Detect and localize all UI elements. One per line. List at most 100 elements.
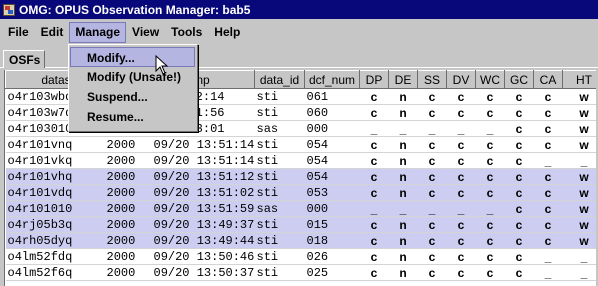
menu-help[interactable]: Help — [208, 22, 246, 43]
cell-timestamp: 09/20 13:51:02 — [151, 184, 255, 201]
cell-status-ht: w — [562, 184, 596, 201]
cell-status-ca: c — [533, 184, 563, 201]
menu-edit[interactable]: Edit — [35, 22, 70, 43]
cell-dataset: o4r101vhq — [5, 168, 107, 185]
cell-status-gc: c — [504, 136, 534, 153]
table-row[interactable]: o4rj05b3q 2000 09/20 13:49:37 sti 015 c n c c c c c… — [5, 216, 596, 233]
cell-date: 09/20 — [153, 217, 190, 232]
cell-timestamp: 09/20 13:51:14 — [151, 136, 255, 153]
cell-status-ca: c — [533, 216, 563, 233]
cell-status-ss: _ — [417, 120, 447, 137]
cell-time: 13:51:14 — [196, 153, 255, 168]
cell-data-id: sti — [254, 248, 305, 265]
cell-dataset: o4rj05b3q — [5, 216, 107, 233]
column-header-ht[interactable]: HT — [562, 70, 596, 89]
column-header-ca[interactable]: CA — [533, 70, 563, 89]
table-row[interactable]: o4r101010 2000 09/20 13:51:59 sas 000 _ _ _ _ _ c c… — [5, 200, 596, 217]
cell-status-gc: c — [504, 152, 534, 169]
column-header-dcf-num[interactable]: dcf_num — [304, 70, 360, 89]
cell-status-dv: c — [446, 248, 476, 265]
cell-status-ss: c — [417, 232, 447, 249]
cell-status-dv: c — [446, 216, 476, 233]
menu-tools[interactable]: Tools — [165, 22, 208, 43]
cell-date: 09/20 — [153, 153, 190, 168]
cell-status-dp: c — [359, 88, 389, 105]
cell-status-wc: c — [475, 232, 505, 249]
menu-item-modify[interactable]: Modify... — [70, 47, 195, 67]
cell-status-gc: c — [504, 264, 534, 281]
table-row[interactable]: o4r101vhq 2000 09/20 13:51:12 sti 054 c n c c c c c… — [5, 168, 596, 185]
table-row[interactable]: o4r101vnq 2000 09/20 13:51:14 sti 054 c n c c c c c… — [5, 136, 596, 153]
cell-status-wc: c — [475, 104, 505, 121]
cell-time: 13:51:14 — [196, 137, 255, 152]
cell-status-ca: c — [533, 136, 563, 153]
cell-status-gc: c — [504, 120, 534, 137]
menu-file[interactable]: File — [2, 22, 35, 43]
cell-data-id: sti — [254, 104, 305, 121]
cell-dcf-num: 026 — [304, 248, 360, 265]
cell-dataset: o4rh05dyq — [5, 232, 107, 249]
cell-dcf-num: 053 — [304, 184, 360, 201]
cell-status-wc: c — [475, 152, 505, 169]
cell-status-de: n — [388, 216, 418, 233]
cell-status-dv: c — [446, 104, 476, 121]
cell-status-ss: c — [417, 216, 447, 233]
cell-status-ht: w — [562, 88, 596, 105]
cell-status-ht: w — [562, 136, 596, 153]
cell-status-dv: c — [446, 136, 476, 153]
cell-status-ss: _ — [417, 200, 447, 217]
column-header-dp[interactable]: DP — [359, 70, 389, 89]
cell-dcf-num: 060 — [304, 104, 360, 121]
cell-status-ht: _ — [562, 264, 596, 281]
cell-status-ht: w — [562, 168, 596, 185]
column-header-wc[interactable]: WC — [475, 70, 505, 89]
column-header-data-id[interactable]: data_id — [254, 70, 305, 89]
cell-date: 09/20 — [153, 265, 190, 280]
menu-item-resume[interactable]: Resume... — [69, 107, 197, 127]
cell-date: 09/20 — [153, 137, 190, 152]
cell-dcf-num: 015 — [304, 216, 360, 233]
cell-status-dv: _ — [446, 120, 476, 137]
cell-status-ss: c — [417, 184, 447, 201]
table-row[interactable]: o4r101vkq 2000 09/20 13:51:14 sti 054 c n c c c c _… — [5, 152, 596, 169]
table-row[interactable]: o4rh05dyq 2000 09/20 13:49:44 sti 018 c n c c c c c… — [5, 232, 596, 249]
cell-status-wc: _ — [475, 120, 505, 137]
menu-manage[interactable]: Manage — [69, 21, 127, 43]
table-row[interactable]: o4lm52fdq 2000 09/20 13:50:46 sti 026 c n c c c c _… — [5, 248, 596, 265]
cell-status-ca: c — [533, 88, 563, 105]
cell-data-id: sti — [254, 216, 305, 233]
table-row[interactable]: o4lm52f6q 2000 09/20 13:50:37 sti 025 c n c c c c _… — [5, 264, 596, 281]
tab-osfs[interactable]: OSFs — [3, 50, 45, 68]
cell-data-id: sas — [254, 200, 305, 217]
cell-status-dp: c — [359, 152, 389, 169]
table-row[interactable]: o4r101vdq 2000 09/20 13:51:02 sti 053 c n c c c c c… — [5, 184, 596, 201]
cell-timestamp: 09/20 13:51:12 — [151, 168, 255, 185]
cell-status-de: n — [388, 152, 418, 169]
column-header-de[interactable]: DE — [388, 70, 418, 89]
cell-status-dp: _ — [359, 200, 389, 217]
cell-date: 09/20 — [153, 169, 190, 184]
column-header-dv[interactable]: DV — [446, 70, 476, 89]
cell-time: 13:50:37 — [196, 265, 255, 280]
cell-dcf-num: 018 — [304, 232, 360, 249]
cell-dcf-num: 000 — [304, 200, 360, 217]
column-header-ss[interactable]: SS — [417, 70, 447, 89]
cell-status-dv: c — [446, 88, 476, 105]
cell-status-gc: c — [504, 200, 534, 217]
cell-status-ss: c — [417, 248, 447, 265]
cell-dataset: o4lm52f6q — [5, 264, 107, 281]
cell-time: 13:51:59 — [196, 201, 255, 216]
cell-status-gc: c — [504, 104, 534, 121]
cell-status-ss: c — [417, 88, 447, 105]
cell-dcf-num: 025 — [304, 264, 360, 281]
cell-status-de: n — [388, 104, 418, 121]
menu-item-suspend[interactable]: Suspend... — [69, 87, 197, 107]
cell-status-gc: c — [504, 216, 534, 233]
column-header-gc[interactable]: GC — [504, 70, 534, 89]
cell-date: 09/20 — [153, 185, 190, 200]
cell-year: 2000 — [106, 216, 152, 233]
cell-timestamp: 09/20 13:51:14 — [151, 152, 255, 169]
cell-status-dv: c — [446, 264, 476, 281]
menu-item-modify-unsafe[interactable]: Modify (Unsafe!) — [69, 67, 197, 87]
menu-view[interactable]: View — [126, 22, 165, 43]
